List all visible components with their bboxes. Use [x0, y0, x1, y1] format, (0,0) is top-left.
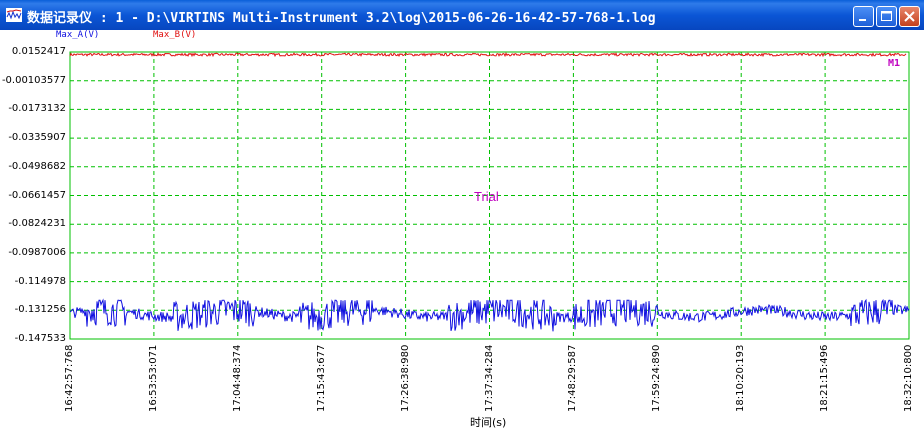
marker-label: M1	[888, 58, 901, 69]
legend-series-b-label: Max_B(V)	[153, 30, 197, 40]
title-bar[interactable]: 数据记录仪 : 1 - D:\VIRTINS Multi-Instrument …	[0, 0, 924, 30]
x-tick-label: 16:53:53:071	[147, 344, 159, 412]
y-tick-label: -0.147533	[14, 333, 66, 344]
y-tick-label: -0.0987006	[8, 246, 66, 258]
close-icon	[904, 11, 915, 22]
trial-watermark: Trial	[474, 189, 499, 204]
x-tick-label: 18:10:20:193	[735, 344, 747, 412]
x-tick-label: 17:37:34:284	[483, 344, 495, 412]
minimize-icon	[859, 19, 866, 21]
x-tick-label: 18:32:10:800	[903, 344, 914, 412]
data-logger-window: 数据记录仪 : 1 - D:\VIRTINS Multi-Instrument …	[0, 0, 924, 432]
y-tick-label: -0.114978	[14, 275, 66, 287]
y-tick-label: -0.0335907	[8, 132, 66, 144]
series-max-b-line	[69, 52, 907, 58]
y-tick-label: -0.00103577	[1, 74, 66, 86]
chart-plot[interactable]	[0, 0, 924, 432]
x-tick-label: 17:48:29:587	[567, 344, 579, 412]
x-tick-label: 17:59:24:890	[651, 344, 663, 412]
y-tick-label: 0.0152417	[11, 46, 66, 57]
x-tick-label: 18:21:15:496	[819, 344, 831, 412]
minimize-button[interactable]	[853, 6, 874, 27]
y-tick-label: -0.0173132	[8, 103, 66, 115]
x-tick-label: 17:26:38:980	[399, 344, 411, 412]
y-tick-label: -0.0661457	[8, 189, 66, 201]
x-tick-label: 16:42:57:768	[64, 344, 75, 412]
y-tick-label: -0.0498682	[8, 160, 66, 172]
maximize-button[interactable]	[876, 6, 897, 27]
legend-series-a: Max_A(V)	[56, 30, 99, 40]
y-tick-label: -0.131256	[14, 304, 66, 316]
x-tick-label: 17:04:48:374	[231, 344, 243, 412]
x-axis-title: 时间(s)	[470, 416, 507, 429]
x-tick-label: 17:15:43:677	[315, 344, 327, 412]
window-title: 数据记录仪 : 1 - D:\VIRTINS Multi-Instrument …	[27, 11, 656, 26]
chart-app-icon	[6, 8, 22, 22]
close-button[interactable]	[899, 6, 920, 27]
y-tick-label: -0.0824231	[8, 218, 66, 230]
series-max-a-line	[69, 298, 910, 332]
maximize-icon	[881, 11, 892, 21]
legend-series-b: Max_B(V)	[153, 30, 196, 40]
legend-series-a-label: Max_A(V)	[56, 30, 100, 40]
